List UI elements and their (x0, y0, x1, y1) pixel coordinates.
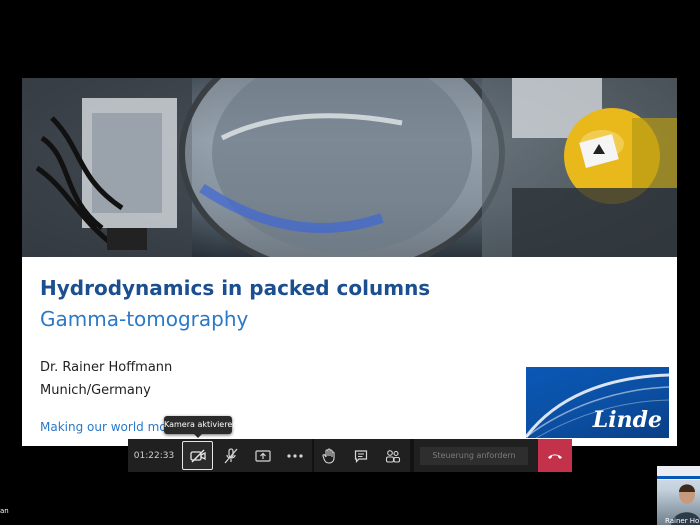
more-options-button[interactable] (280, 439, 310, 472)
slide-location: Munich/Germany (40, 383, 151, 398)
raise-hand-icon (322, 447, 335, 464)
self-name-label: Rainer Ho (665, 517, 700, 525)
call-timer: 01:22:33 (133, 450, 175, 461)
self-video-tile[interactable]: Rainer Ho (657, 466, 700, 525)
raise-hand-button[interactable] (314, 439, 344, 472)
hang-up-button[interactable] (538, 439, 572, 472)
microphone-off-icon (224, 447, 238, 463)
share-screen-button[interactable] (248, 439, 278, 472)
camera-off-icon (189, 449, 206, 462)
call-control-bar: 01:22:33 Steuerung anfordern (128, 439, 572, 472)
slide-author: Dr. Rainer Hoffmann (40, 360, 173, 375)
callbar-divider-2 (410, 439, 414, 472)
more-dots-icon (287, 453, 303, 458)
microphone-toggle-button[interactable] (216, 439, 246, 472)
linde-logo: Linde (526, 367, 669, 438)
participants-button[interactable] (378, 439, 408, 472)
equipment-photo-illustration (22, 78, 677, 257)
camera-tooltip: Kamera aktivieren (164, 416, 237, 438)
shared-slide: Hydrodynamics in packed columns Gamma-to… (22, 78, 677, 446)
camera-toggle-button[interactable] (182, 441, 213, 470)
logo-text: Linde (592, 407, 662, 433)
chat-icon (354, 449, 368, 463)
slide-photo (22, 78, 677, 257)
phone-hangup-icon (548, 454, 562, 459)
chat-button[interactable] (346, 439, 376, 472)
slide-title: Hydrodynamics in packed columns (40, 276, 431, 300)
slide-subtitle: Gamma-tomography (40, 307, 249, 331)
share-screen-icon (255, 449, 271, 462)
people-icon (385, 449, 401, 463)
request-control-button[interactable]: Steuerung anfordern (420, 447, 528, 465)
participant-name-left: an (0, 507, 9, 515)
